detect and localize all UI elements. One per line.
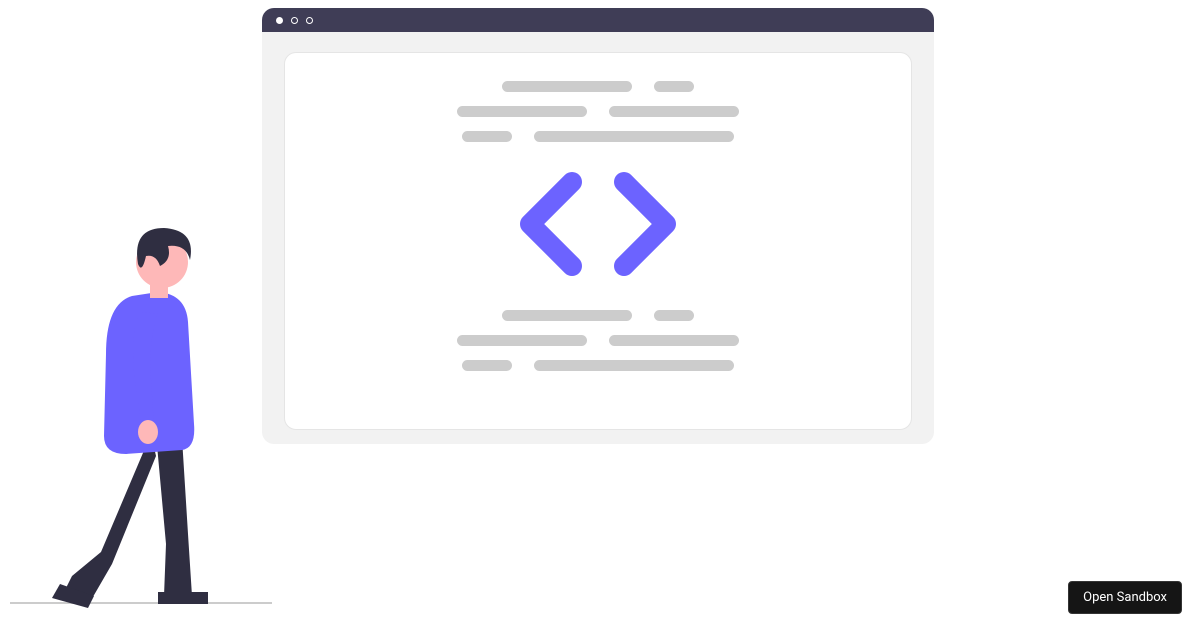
- placeholder-bar: [609, 335, 739, 346]
- placeholder-bar: [502, 81, 632, 92]
- placeholder-bar: [654, 81, 694, 92]
- placeholder-bar: [534, 360, 734, 371]
- placeholder-bar: [609, 106, 739, 117]
- ear: [145, 261, 155, 271]
- placeholder-bar: [462, 131, 512, 142]
- open-sandbox-button[interactable]: Open Sandbox: [1068, 581, 1182, 614]
- browser-content: [284, 52, 912, 430]
- window-control-dot: [291, 17, 298, 24]
- placeholder-bar: [534, 131, 734, 142]
- front-shoe: [158, 592, 208, 604]
- hand: [138, 420, 158, 444]
- placeholder-bar: [502, 310, 632, 321]
- window-control-dot: [276, 17, 283, 24]
- placeholder-bar: [457, 106, 587, 117]
- browser-titlebar: [262, 8, 934, 32]
- browser-window: [262, 8, 934, 444]
- back-leg: [62, 434, 156, 602]
- placeholder-bar: [457, 335, 587, 346]
- placeholder-bar: [654, 310, 694, 321]
- walking-person-illustration: [46, 224, 246, 608]
- placeholder-text-top: [341, 81, 855, 142]
- code-brackets-icon: [512, 172, 684, 280]
- placeholder-text-bottom: [341, 310, 855, 371]
- window-control-dot: [306, 17, 313, 24]
- placeholder-bar: [462, 360, 512, 371]
- front-leg: [156, 434, 192, 596]
